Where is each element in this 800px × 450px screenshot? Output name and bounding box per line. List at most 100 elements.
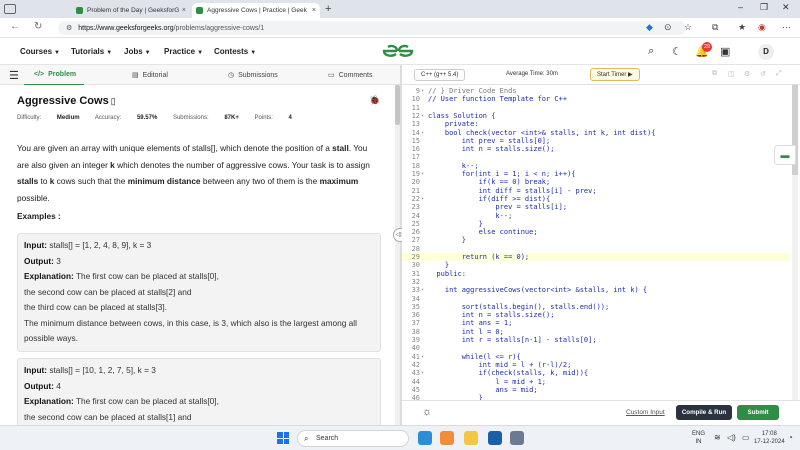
lens-icon[interactable]: ⊙ xyxy=(664,22,672,33)
code-line[interactable]: 41 ▾ while(l <= r){ xyxy=(402,353,790,361)
battery-icon[interactable]: ▭ xyxy=(742,433,750,442)
code-line[interactable]: 14 ▾ bool check(vector <int>& stalls, int… xyxy=(402,129,790,137)
editor-scrollbar[interactable] xyxy=(792,85,798,400)
site-info-icon[interactable]: ⚙ xyxy=(66,24,72,32)
code-line[interactable]: 30 } xyxy=(402,261,790,269)
browser-menu-icon[interactable]: ⋯ xyxy=(782,22,791,33)
code-line[interactable]: 9 ▾// } Driver Code Ends xyxy=(402,87,790,95)
start-timer-button[interactable]: Start Timer ▶ xyxy=(590,68,640,81)
nav-jobs[interactable]: Jobs ▼ xyxy=(124,47,151,56)
nav-courses[interactable]: Courses ▼ xyxy=(20,47,60,56)
browser-tab-aggressive-cows[interactable]: Aggressive Cows | Practice | Geek × xyxy=(192,3,320,18)
code-line[interactable]: 11 xyxy=(402,104,790,112)
close-tab-icon[interactable]: × xyxy=(312,7,316,14)
nav-practice[interactable]: Practice ▼ xyxy=(164,47,203,56)
code-editor[interactable]: 9 ▾// } Driver Code Ends 10// User functio… xyxy=(402,85,790,400)
nav-tutorials[interactable]: Tutorials ▼ xyxy=(71,47,112,56)
code-line[interactable]: 43 ▾ if(check(stalls, k, mid)){ xyxy=(402,369,790,377)
code-line[interactable]: 21 int diff = stalls[i] - prev; xyxy=(402,187,790,195)
extension-icon[interactable]: ◆ xyxy=(646,22,653,33)
fullscreen-icon[interactable]: ⤢ xyxy=(776,70,782,78)
notifications-icon[interactable]: ◔ xyxy=(788,433,793,442)
bookmark-star-icon[interactable]: ☆ xyxy=(684,22,692,33)
tab-editorial[interactable]: ▤ Editorial xyxy=(132,71,168,80)
code-line[interactable]: 44 l = mid + 1; xyxy=(402,378,790,386)
code-line[interactable]: 26 else continue; xyxy=(402,228,790,236)
url-field[interactable]: ⚙ https://www.geeksforgeeks.org/problems… xyxy=(58,21,686,35)
compile-run-button[interactable]: Compile & Run xyxy=(676,405,732,420)
file-explorer-icon[interactable] xyxy=(464,431,478,445)
calculator-icon[interactable] xyxy=(510,431,524,445)
code-line[interactable]: 27 } xyxy=(402,236,790,244)
code-line[interactable]: 34 xyxy=(402,295,790,303)
code-line[interactable]: 19 ▾ for(int i = 1; i < n; i++){ xyxy=(402,170,790,178)
search-icon[interactable]: ⌕ xyxy=(648,45,654,58)
fold-arrow-icon[interactable]: ▾ xyxy=(421,195,426,203)
wifi-icon[interactable]: ≋ xyxy=(714,433,721,442)
language-select[interactable]: C++ (g++ 5.4) xyxy=(414,69,466,81)
new-tab-button[interactable]: + xyxy=(325,3,331,15)
code-line[interactable]: 18 k--; xyxy=(402,162,790,170)
close-window-button[interactable]: ✕ xyxy=(782,2,790,13)
bookmark-icon[interactable]: ▯ xyxy=(111,96,116,106)
profile-icon[interactable]: ◉ xyxy=(758,22,766,33)
browser-tab-problem-of-day[interactable]: Problem of the Day | GeeksforGe × xyxy=(72,3,190,18)
minimize-button[interactable]: – xyxy=(738,2,743,12)
taskbar-search[interactable]: ⌕ Search xyxy=(297,430,409,447)
fold-arrow-icon[interactable]: ▾ xyxy=(421,369,426,377)
tab-problem[interactable]: </> Problem xyxy=(34,71,76,78)
back-icon[interactable]: ← xyxy=(10,21,20,32)
code-line[interactable]: 16 int n = stalls.size(); xyxy=(402,145,790,153)
tab-submissions[interactable]: ◷ Submissions xyxy=(228,71,278,80)
settings-icon[interactable]: ⚙ xyxy=(744,70,750,78)
code-line[interactable]: 37 int ans = 1; xyxy=(402,319,790,327)
copilot-icon[interactable] xyxy=(440,431,454,445)
gfg-logo[interactable] xyxy=(380,43,416,59)
fold-arrow-icon[interactable]: ▾ xyxy=(421,170,426,178)
code-line[interactable]: 35 sort(stalls.begin(), stalls.end()); xyxy=(402,303,790,311)
history-icon[interactable]: ◫ xyxy=(728,70,735,78)
favorites-icon[interactable]: ★ xyxy=(738,22,746,33)
code-line[interactable]: 40 xyxy=(402,344,790,352)
code-line[interactable]: 20 if(k == 0) break; xyxy=(402,178,790,186)
tab-actions-icon[interactable] xyxy=(4,4,16,14)
code-line[interactable]: 32 xyxy=(402,278,790,286)
report-bug-icon[interactable]: 🐞 xyxy=(369,95,380,106)
extensions-puzzle-icon[interactable]: ⧉ xyxy=(712,22,718,33)
submit-button[interactable]: Submit xyxy=(737,405,779,420)
code-line[interactable]: 28 xyxy=(402,245,790,253)
store-icon[interactable] xyxy=(488,431,502,445)
tab-comments[interactable]: ▭ Comments xyxy=(328,71,372,80)
fold-arrow-icon[interactable]: ▾ xyxy=(421,87,426,95)
code-line[interactable]: 22 ▾ if(diff >= dist){ xyxy=(402,195,790,203)
code-line[interactable]: 17 xyxy=(402,153,790,161)
fold-arrow-icon[interactable]: ▾ xyxy=(421,129,426,137)
code-line[interactable]: 36 int n = stalls.size(); xyxy=(402,311,790,319)
avatar[interactable]: D xyxy=(758,44,774,60)
clock[interactable]: 17:08 17-12-2024 xyxy=(754,431,785,446)
language-indicator[interactable]: ENG IN xyxy=(692,431,705,446)
close-tab-icon[interactable]: × xyxy=(182,7,186,14)
code-line[interactable]: 31 public: xyxy=(402,270,790,278)
code-line[interactable]: 29 return (k == 0); xyxy=(402,253,790,262)
code-line[interactable]: 33 ▾ int aggressiveCows(vector<int> &stal… xyxy=(402,286,790,294)
code-line[interactable]: 10 // User function Template for C++ xyxy=(402,95,790,103)
reload-icon[interactable]: ↻ xyxy=(34,21,42,32)
chat-icon[interactable]: ▬ xyxy=(774,145,796,165)
code-line[interactable]: 42 int mid = l + (r-l)/2; xyxy=(402,361,790,369)
fold-arrow-icon[interactable]: ▾ xyxy=(421,112,426,120)
reset-icon[interactable]: ↺ xyxy=(760,70,766,78)
windows-start-icon[interactable] xyxy=(277,432,289,444)
theme-toggle-icon[interactable]: ☼ xyxy=(422,406,432,418)
code-line[interactable]: 39 int r = stalls[n-1] - stalls[0]; xyxy=(402,336,790,344)
translate-icon[interactable]: ▣ xyxy=(720,45,730,58)
custom-input-link[interactable]: Custom Input xyxy=(626,409,665,416)
maximize-button[interactable]: ❐ xyxy=(760,2,768,13)
nav-contests[interactable]: Contests ▼ xyxy=(214,47,256,56)
copy-icon[interactable]: ⧉ xyxy=(712,70,717,78)
code-line[interactable]: 23 prev = stalls[i]; xyxy=(402,203,790,211)
fold-arrow-icon[interactable]: ▾ xyxy=(421,286,426,294)
code-line[interactable]: 25 } xyxy=(402,220,790,228)
hamburger-menu-icon[interactable]: ☰ xyxy=(9,69,19,82)
code-line[interactable]: 12 ▾ class Solution { xyxy=(402,112,790,120)
